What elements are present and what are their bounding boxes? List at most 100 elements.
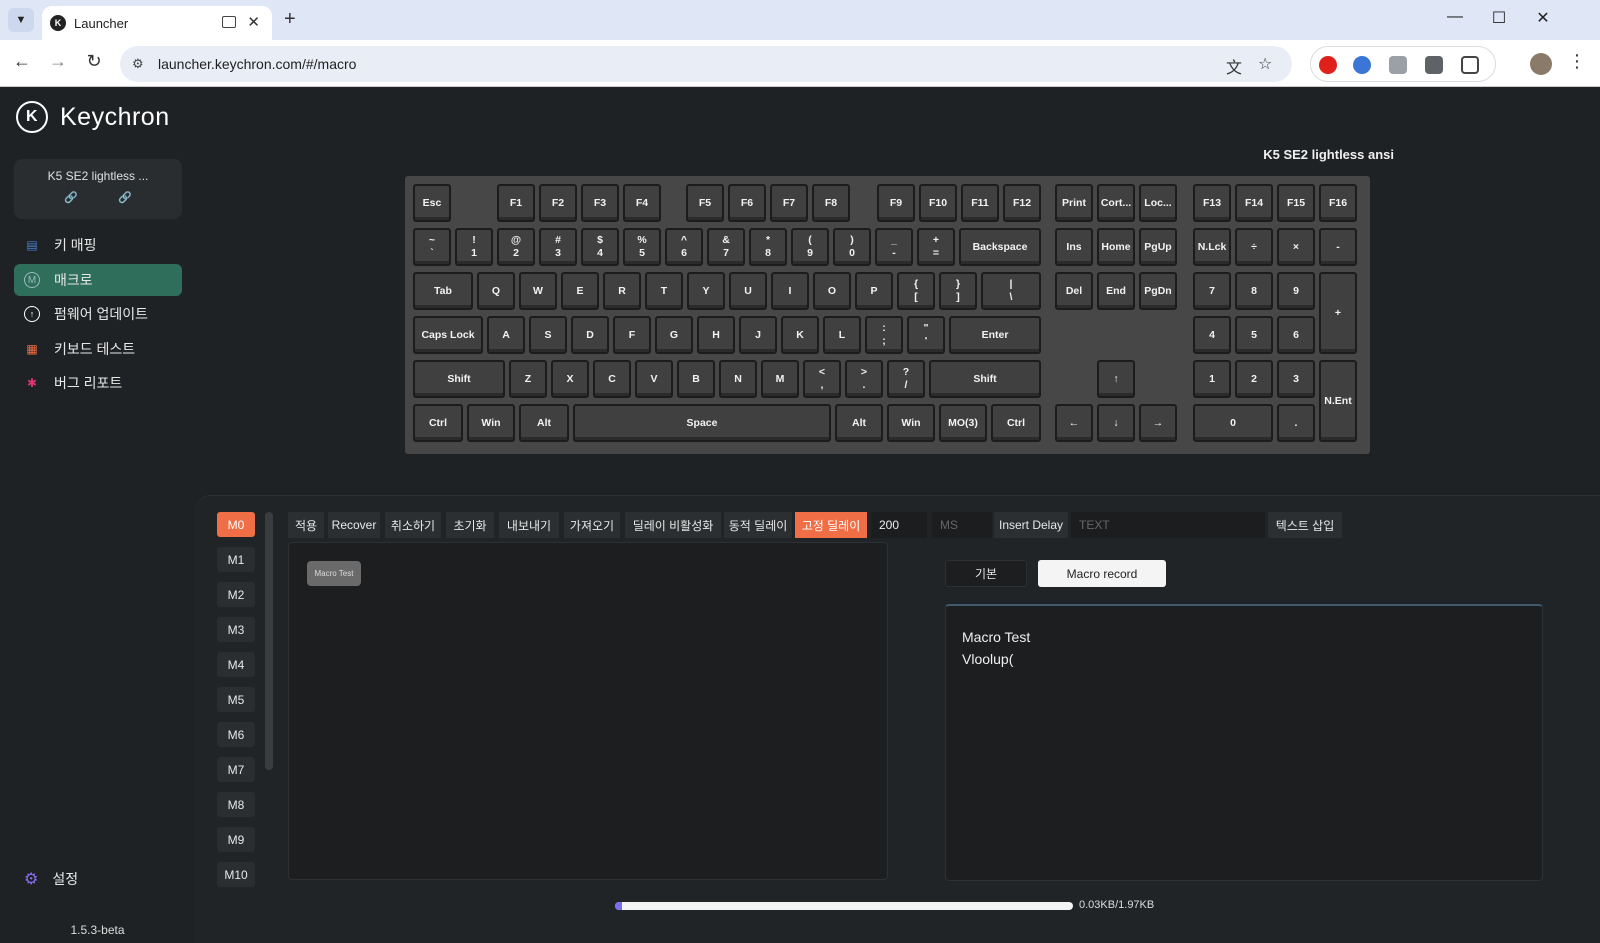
key-comma[interactable]: <,: [803, 360, 841, 398]
key-f12[interactable]: F12: [1003, 184, 1041, 222]
key-h[interactable]: H: [697, 316, 735, 354]
key-f8[interactable]: F8: [812, 184, 850, 222]
browser-menu-icon[interactable]: ⋮: [1568, 51, 1586, 72]
key-cortana[interactable]: Cort...: [1097, 184, 1135, 222]
macro-slot-m6[interactable]: M6: [217, 722, 255, 747]
key-up[interactable]: ↑: [1097, 360, 1135, 398]
key-pgup[interactable]: PgUp: [1139, 228, 1177, 266]
key-tilde[interactable]: ~ `: [413, 228, 451, 266]
key-f15[interactable]: F15: [1277, 184, 1315, 222]
key-ins[interactable]: Ins: [1055, 228, 1093, 266]
key-2[interactable]: @2: [497, 228, 535, 266]
key-n[interactable]: N: [719, 360, 757, 398]
macro-slot-scrollbar[interactable]: [265, 512, 273, 770]
key-print[interactable]: Print: [1055, 184, 1093, 222]
nav-macro[interactable]: M 매크로: [14, 264, 182, 296]
key-4[interactable]: $4: [581, 228, 619, 266]
tab-search-icon[interactable]: ▼: [8, 8, 34, 32]
key-multiply[interactable]: ×: [1277, 228, 1315, 266]
key-f14[interactable]: F14: [1235, 184, 1273, 222]
key-i[interactable]: I: [771, 272, 809, 310]
macro-slot-m9[interactable]: M9: [217, 827, 255, 852]
key-q[interactable]: Q: [477, 272, 515, 310]
key-num1[interactable]: 1: [1193, 360, 1231, 398]
key-f6[interactable]: F6: [728, 184, 766, 222]
import-button[interactable]: 가져오기: [564, 512, 620, 538]
key-num6[interactable]: 6: [1277, 316, 1315, 354]
undo-button[interactable]: 취소하기: [385, 512, 441, 538]
insert-text-button[interactable]: 텍스트 삽입: [1268, 512, 1342, 538]
extension-icon[interactable]: [1425, 56, 1443, 74]
key-lshift[interactable]: Shift: [413, 360, 505, 398]
key-slash[interactable]: ? /: [887, 360, 925, 398]
key-num-enter[interactable]: N.Ent: [1319, 360, 1357, 442]
dynamic-delay-button[interactable]: 동적 딜레이: [724, 512, 792, 538]
adblock-extension-icon[interactable]: [1319, 56, 1337, 74]
key-num-plus[interactable]: +: [1319, 272, 1357, 354]
key-lctrl[interactable]: Ctrl: [413, 404, 463, 442]
key-k[interactable]: K: [781, 316, 819, 354]
key-rwin[interactable]: Win: [887, 404, 935, 442]
macro-text-area[interactable]: Macro Test Vloolup(: [945, 604, 1543, 881]
key-period[interactable]: >.: [845, 360, 883, 398]
macro-slot-m1[interactable]: M1: [217, 547, 255, 572]
key-m[interactable]: M: [761, 360, 799, 398]
close-tab-icon[interactable]: ✕: [247, 13, 260, 31]
key-del[interactable]: Del: [1055, 272, 1093, 310]
key-o[interactable]: O: [813, 272, 851, 310]
key-7[interactable]: & 7: [707, 228, 745, 266]
key-v[interactable]: V: [635, 360, 673, 398]
key-f13[interactable]: F13: [1193, 184, 1231, 222]
new-tab-icon[interactable]: +: [284, 8, 296, 31]
key-num8[interactable]: 8: [1235, 272, 1273, 310]
fixed-delay-button[interactable]: 고정 딜레이: [795, 512, 867, 538]
key-num7[interactable]: 7: [1193, 272, 1231, 310]
key-rctrl[interactable]: Ctrl: [991, 404, 1041, 442]
key-pgdn[interactable]: PgDn: [1139, 272, 1177, 310]
nav-bug-report[interactable]: ✱ 버그 리포트: [14, 367, 182, 399]
key-down[interactable]: ↓: [1097, 404, 1135, 442]
disable-delay-button[interactable]: 딜레이 비활성화: [625, 512, 721, 538]
key-num0[interactable]: 0: [1193, 404, 1273, 442]
key-divide[interactable]: ÷: [1235, 228, 1273, 266]
key-s[interactable]: S: [529, 316, 567, 354]
key-f7[interactable]: F7: [770, 184, 808, 222]
key-num3[interactable]: 3: [1277, 360, 1315, 398]
reload-icon[interactable]: ↻: [82, 51, 106, 72]
key-num4[interactable]: 4: [1193, 316, 1231, 354]
close-window-icon[interactable]: ✕: [1528, 8, 1558, 28]
key-capslock[interactable]: Caps Lock: [413, 316, 483, 354]
key-6[interactable]: ^ 6: [665, 228, 703, 266]
key-t[interactable]: T: [645, 272, 683, 310]
key-1[interactable]: ! 1: [455, 228, 493, 266]
key-f10[interactable]: F10: [919, 184, 957, 222]
key-f[interactable]: F: [613, 316, 651, 354]
macro-slot-m7[interactable]: M7: [217, 757, 255, 782]
key-f16[interactable]: F16: [1319, 184, 1357, 222]
key-b[interactable]: B: [677, 360, 715, 398]
key-e[interactable]: E: [561, 272, 599, 310]
key-f4[interactable]: F4: [623, 184, 661, 222]
key-3[interactable]: #3: [539, 228, 577, 266]
apply-button[interactable]: 적용: [288, 512, 324, 538]
recover-button[interactable]: Recover: [328, 512, 380, 538]
key-mo3[interactable]: MO(3): [939, 404, 987, 442]
key-x[interactable]: X: [551, 360, 589, 398]
key-f5[interactable]: F5: [686, 184, 724, 222]
key-r[interactable]: R: [603, 272, 641, 310]
minimize-icon[interactable]: —: [1440, 8, 1470, 26]
forward-icon[interactable]: →: [46, 51, 70, 72]
delay-value-input[interactable]: 200: [871, 512, 927, 538]
key-lalt[interactable]: Alt: [519, 404, 569, 442]
macro-editor[interactable]: Macro Test: [288, 542, 888, 880]
key-minus[interactable]: _ -: [875, 228, 913, 266]
macro-slot-m3[interactable]: M3: [217, 617, 255, 642]
key-num9[interactable]: 9: [1277, 272, 1315, 310]
key-lock[interactable]: Loc...: [1139, 184, 1177, 222]
key-c[interactable]: C: [593, 360, 631, 398]
key-z[interactable]: Z: [509, 360, 547, 398]
browser-tab[interactable]: K Launcher ✕: [42, 6, 272, 40]
extensions-puzzle-icon[interactable]: [1461, 56, 1479, 74]
key-f1[interactable]: F1: [497, 184, 535, 222]
site-info-icon[interactable]: ⚙: [132, 56, 144, 72]
